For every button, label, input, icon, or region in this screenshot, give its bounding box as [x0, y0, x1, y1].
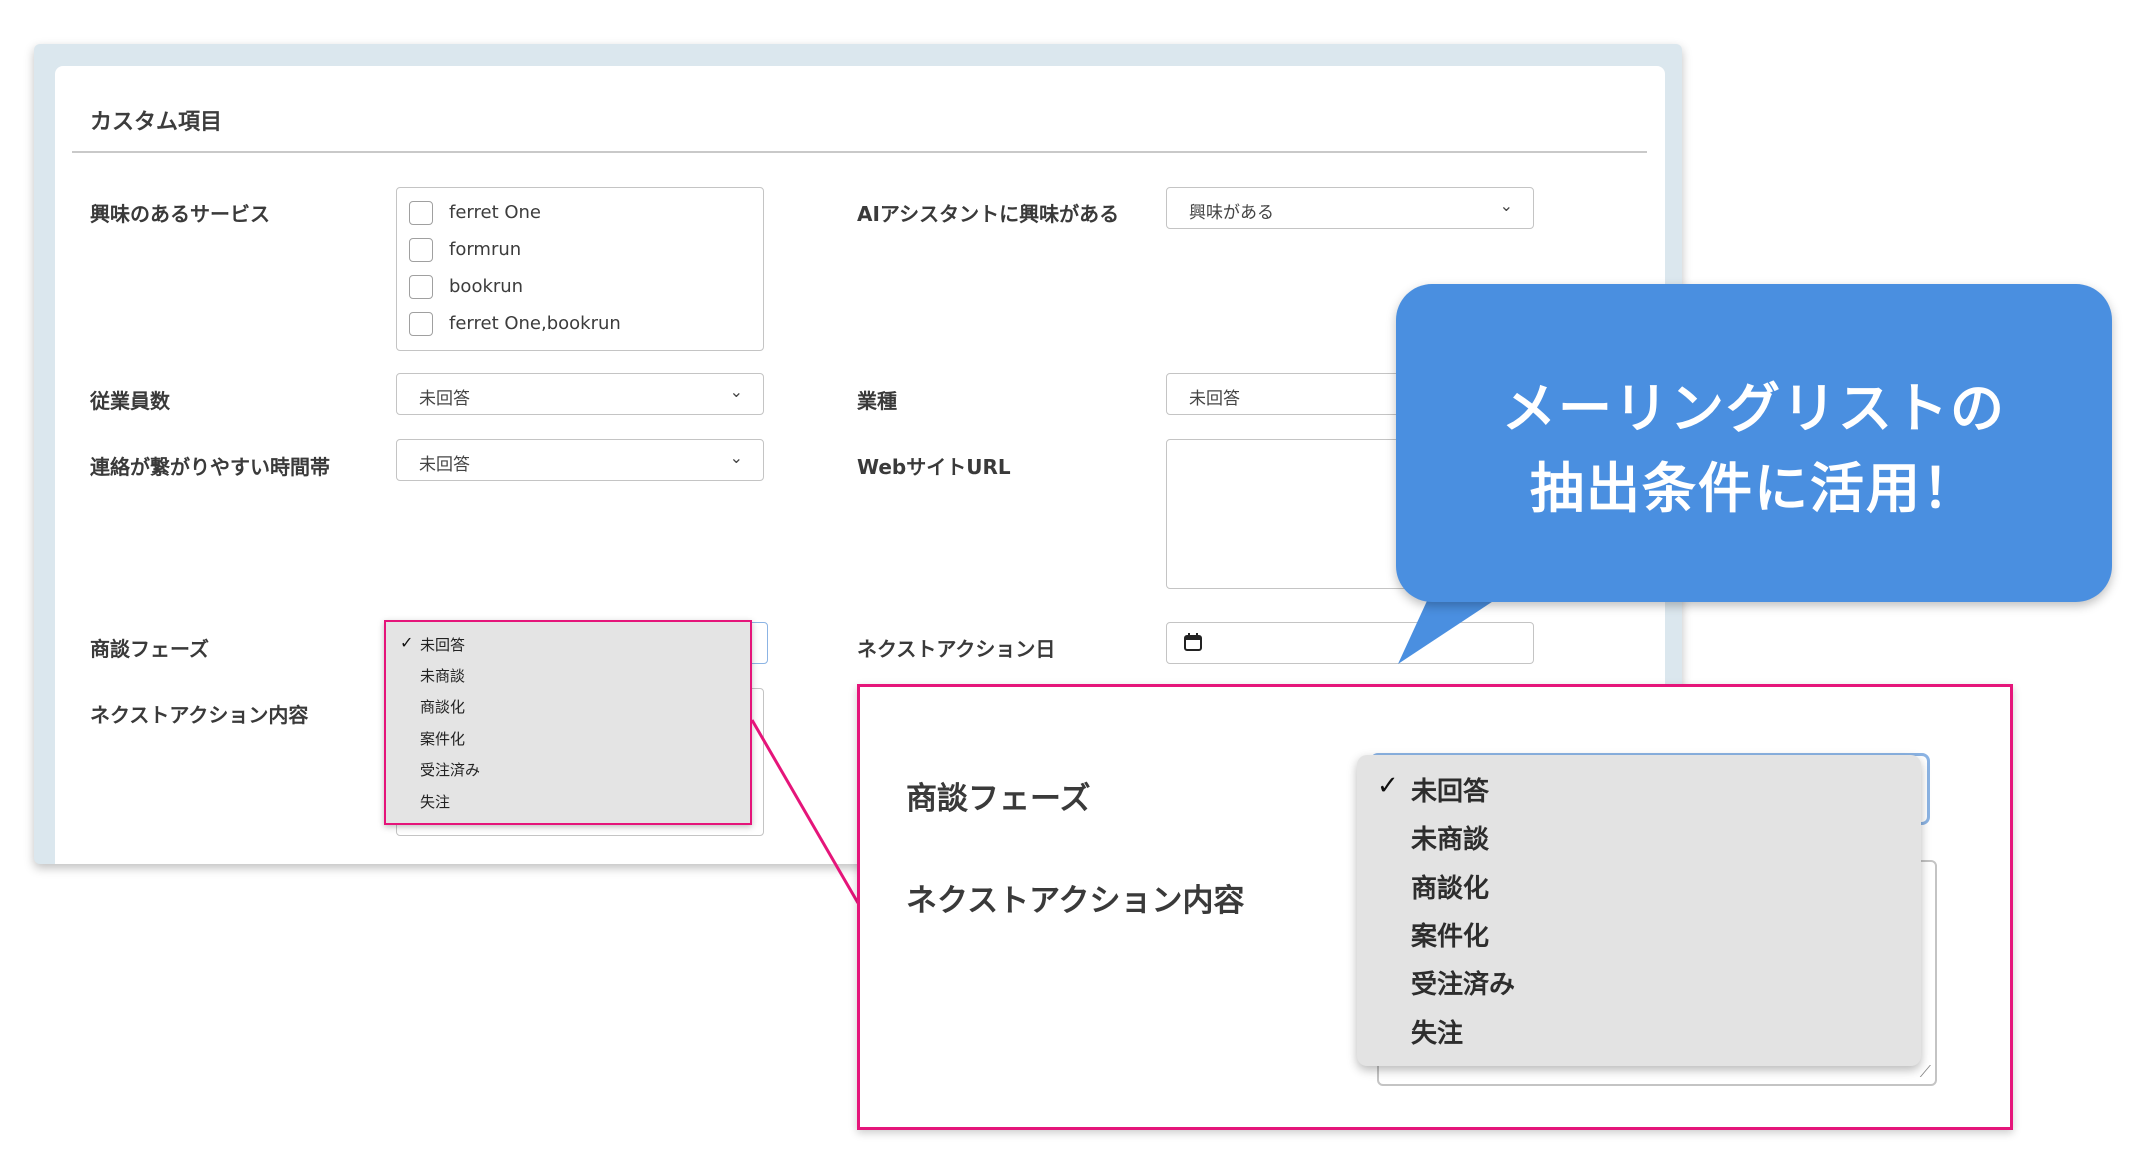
speech-bubble: メーリングリストの 抽出条件に活用！ [1396, 284, 2112, 602]
bubble-line-1: メーリングリストの [1502, 377, 2006, 440]
bubble-line-2: 抽出条件に活用！ [1530, 457, 1978, 520]
